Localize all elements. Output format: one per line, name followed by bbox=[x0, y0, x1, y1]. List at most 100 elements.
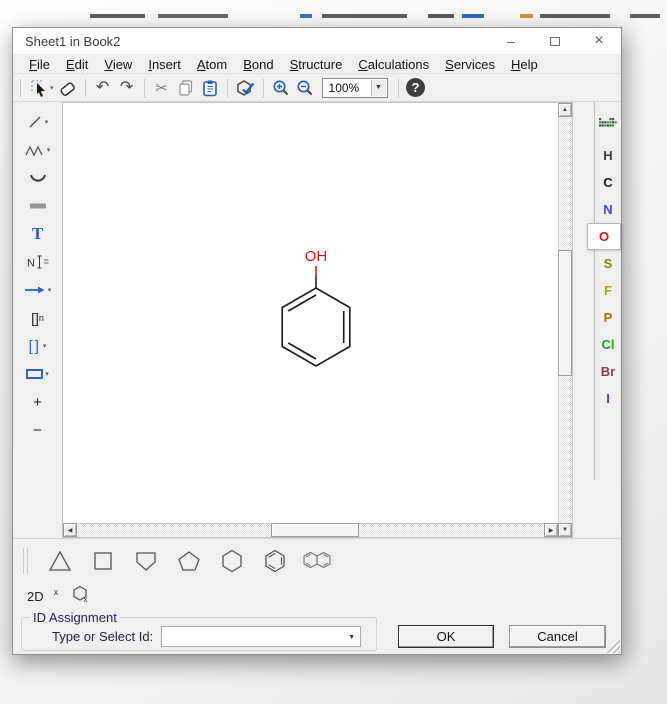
paste-button[interactable] bbox=[198, 76, 222, 100]
undo-button[interactable]: ↶ bbox=[91, 76, 115, 100]
arc-icon bbox=[29, 173, 47, 184]
cut-button[interactable]: ✂ bbox=[150, 76, 174, 100]
scroll-left-button[interactable]: ◀ bbox=[63, 523, 77, 537]
element-C-button[interactable]: C bbox=[595, 169, 622, 196]
maximize-icon bbox=[550, 37, 560, 46]
minimize-button[interactable]: – bbox=[489, 28, 533, 54]
horizontal-scroll-thumb[interactable] bbox=[271, 523, 359, 537]
repeat-bracket-tool[interactable]: []n bbox=[16, 307, 60, 329]
element-S-button[interactable]: S bbox=[595, 250, 622, 277]
vertical-scrollbar[interactable]: ▲ ▼ bbox=[558, 103, 572, 537]
strip-fragment bbox=[322, 14, 407, 18]
menu-edit[interactable]: Edit bbox=[58, 57, 96, 72]
bond-tool[interactable]: ▾ bbox=[16, 111, 60, 133]
copy-button[interactable] bbox=[174, 76, 198, 100]
shape-benzene-button[interactable] bbox=[256, 545, 294, 577]
id-combobox-input[interactable] bbox=[162, 627, 340, 646]
clipboard-paste-icon bbox=[201, 79, 219, 97]
chevron-down-icon: ▾ bbox=[43, 342, 47, 350]
periodic-table-button[interactable] bbox=[599, 116, 618, 134]
zoom-out-button[interactable] bbox=[293, 76, 317, 100]
text-tool[interactable]: T bbox=[16, 223, 60, 245]
shape-pentagon-button[interactable] bbox=[170, 545, 208, 577]
menu-help[interactable]: Help bbox=[503, 57, 546, 72]
charge-minus-tool[interactable]: − bbox=[16, 419, 60, 441]
shape-square-button[interactable] bbox=[84, 545, 122, 577]
strip-fragment bbox=[428, 14, 454, 18]
ok-button[interactable]: OK bbox=[398, 625, 494, 648]
menu-calculations[interactable]: Calculations bbox=[350, 57, 437, 72]
charge-plus-tool[interactable]: + bbox=[16, 391, 60, 413]
select-tool-button[interactable]: ▾ bbox=[28, 76, 56, 100]
bracket-tool[interactable]: [] ▾ bbox=[16, 335, 60, 357]
rectangle-icon bbox=[26, 369, 43, 379]
toolbar-grip[interactable] bbox=[20, 79, 23, 97]
svg-text:x: x bbox=[84, 595, 88, 603]
element-P-button[interactable]: P bbox=[595, 304, 622, 331]
shape-triangle-button[interactable] bbox=[41, 545, 79, 577]
element-I-button[interactable]: I bbox=[595, 385, 622, 412]
menu-file[interactable]: File bbox=[21, 57, 58, 72]
drawing-toolbar: ▾ ▾ T N bbox=[13, 102, 62, 538]
strip-fragment bbox=[540, 14, 610, 18]
strip-fragment bbox=[462, 14, 484, 18]
chevron-down-icon: ▾ bbox=[48, 286, 52, 294]
clean-structure-button[interactable]: x bbox=[72, 585, 90, 608]
element-O-button[interactable]: O bbox=[587, 223, 621, 250]
close-button[interactable]: × bbox=[577, 28, 621, 54]
shape-naphthalene-button[interactable] bbox=[299, 545, 337, 577]
view-2d-button[interactable]: 2D bbox=[27, 589, 44, 604]
chain-zigzag-icon bbox=[25, 144, 45, 157]
menu-atom[interactable]: Atom bbox=[189, 57, 235, 72]
element-Cl-button[interactable]: Cl bbox=[595, 331, 622, 358]
cancel-button[interactable]: Cancel bbox=[509, 625, 606, 648]
drawing-canvas[interactable]: OH ▲ ▼ ◀ ▶ bbox=[62, 102, 573, 538]
chevron-down-icon[interactable]: ▼ bbox=[348, 634, 355, 641]
menu-bond[interactable]: Bond bbox=[235, 57, 281, 72]
zoom-in-button[interactable] bbox=[269, 76, 293, 100]
scroll-down-button[interactable]: ▼ bbox=[558, 523, 572, 537]
help-button[interactable]: ? bbox=[404, 76, 428, 100]
menu-services[interactable]: Services bbox=[437, 57, 503, 72]
undo-icon: ↶ bbox=[96, 80, 109, 96]
menu-insert[interactable]: Insert bbox=[140, 57, 189, 72]
molecule-phenol[interactable]: OH bbox=[246, 235, 386, 395]
arc-tool[interactable] bbox=[16, 167, 60, 189]
vertical-scroll-thumb[interactable] bbox=[558, 250, 572, 376]
eraser-button[interactable] bbox=[56, 76, 80, 100]
horizontal-scrollbar[interactable]: ◀ ▶ bbox=[63, 523, 558, 537]
menu-structure[interactable]: Structure bbox=[282, 57, 351, 72]
main-toolbar: ▾ ↶ ↷ ✂ bbox=[13, 74, 621, 102]
reaction-arrow-tool[interactable]: ▾ bbox=[16, 279, 60, 301]
maximize-button[interactable] bbox=[533, 28, 577, 54]
redo-button[interactable]: ↷ bbox=[115, 76, 139, 100]
zoom-level-combobox[interactable]: 100% ▼ bbox=[322, 78, 388, 98]
minimize-icon: – bbox=[507, 33, 515, 49]
scroll-up-button[interactable]: ▲ bbox=[558, 103, 572, 117]
chain-tool[interactable]: ▾ bbox=[16, 139, 60, 161]
element-N-button[interactable]: N bbox=[595, 196, 622, 223]
hashed-bond-tool[interactable] bbox=[16, 195, 60, 217]
element-H-button[interactable]: H bbox=[595, 142, 622, 169]
rectangle-tool[interactable]: ▾ bbox=[16, 363, 60, 385]
toolbar-grip[interactable] bbox=[23, 548, 28, 574]
resize-grip[interactable] bbox=[605, 638, 620, 653]
toolbar-separator bbox=[227, 79, 228, 97]
zoom-combo-dropdown-button[interactable]: ▼ bbox=[371, 80, 386, 96]
shape-hexagon-button[interactable] bbox=[213, 545, 251, 577]
scroll-right-button[interactable]: ▶ bbox=[544, 523, 558, 537]
atom-label-tool[interactable]: N bbox=[16, 251, 60, 273]
structure-editor-window: Sheet1 in Book2 – × File Edit View Inser… bbox=[12, 27, 622, 655]
shape-house-pentagon-button[interactable] bbox=[127, 545, 165, 577]
titlebar[interactable]: Sheet1 in Book2 – × bbox=[13, 28, 621, 55]
menu-view[interactable]: View bbox=[96, 57, 140, 72]
id-combobox[interactable]: ▼ bbox=[161, 626, 361, 647]
check-structure-button[interactable] bbox=[233, 76, 258, 100]
strip-fragment bbox=[520, 14, 533, 18]
svg-text:N: N bbox=[27, 258, 35, 270]
element-F-button[interactable]: F bbox=[595, 277, 622, 304]
element-Br-button[interactable]: Br bbox=[595, 358, 622, 385]
strip-fragment bbox=[630, 14, 660, 18]
status-sup-x[interactable]: x bbox=[54, 587, 59, 597]
benzene-ring-icon bbox=[262, 548, 288, 574]
